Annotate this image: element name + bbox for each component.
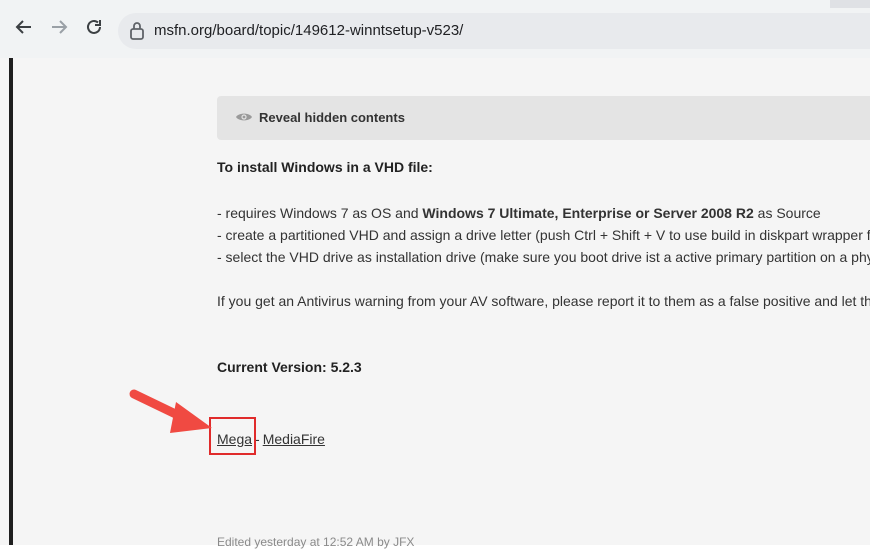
eye-icon	[236, 113, 252, 121]
reload-icon	[87, 19, 101, 34]
vhd-heading: To install Windows in a VHD file:	[217, 159, 433, 175]
browser-toolbar: msfn.org/board/topic/149612-winntsetup-v…	[0, 0, 870, 59]
requirement-line-3: - select the VHD drive as installation d…	[217, 249, 870, 265]
red-arrow-annotation	[129, 389, 212, 433]
window-left-edge	[9, 58, 13, 545]
arrow-right-icon	[52, 20, 68, 34]
reveal-label: Reveal hidden contents	[259, 110, 405, 125]
reload-button[interactable]	[81, 14, 107, 40]
lock-icon	[130, 22, 144, 40]
requirements-list: - requires Windows 7 as OS and Windows 7…	[217, 202, 870, 268]
req-suffix: as Source	[753, 205, 821, 221]
requirement-line: - requires Windows 7 as OS and Windows 7…	[217, 202, 870, 224]
address-bar[interactable]: msfn.org/board/topic/149612-winntsetup-v…	[118, 13, 870, 49]
req-bold: Windows 7 Ultimate, Enterprise or Server…	[422, 205, 754, 221]
reveal-hidden-contents-button[interactable]: Reveal hidden contents	[217, 96, 870, 140]
mediafire-link[interactable]: MediaFire	[263, 431, 325, 447]
edited-note: Edited yesterday at 12:52 AM by JFX	[217, 535, 415, 549]
back-button[interactable]	[11, 14, 37, 40]
req-prefix: - requires Windows 7 as OS and	[217, 205, 423, 221]
forward-button[interactable]	[46, 14, 72, 40]
requirement-line-2: - create a partitioned VHD and assign a …	[217, 227, 870, 243]
tab-strip-corner	[830, 0, 870, 8]
post-body: To install Windows in a VHD file: - requ…	[217, 156, 870, 450]
download-links: Mega - MediaFire	[217, 428, 870, 450]
antivirus-note: If you get an Antivirus warning from you…	[217, 293, 870, 309]
url-text: msfn.org/board/topic/149612-winntsetup-v…	[154, 22, 464, 39]
arrow-left-icon	[15, 20, 31, 34]
current-version: Current Version: 5.2.3	[217, 359, 362, 375]
